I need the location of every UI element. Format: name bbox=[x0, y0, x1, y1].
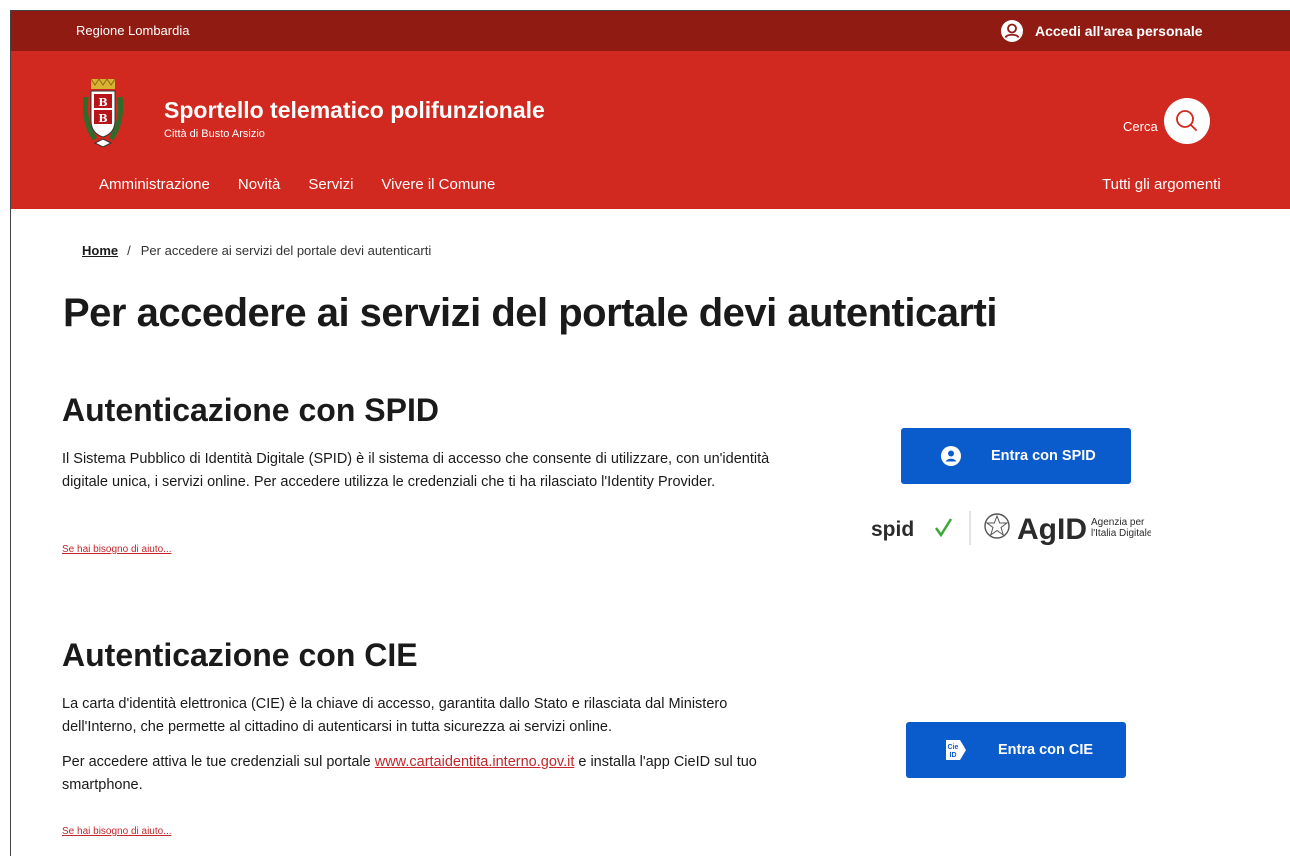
login-button[interactable]: Accedi all'area personale bbox=[1001, 20, 1203, 42]
nav-item-novita[interactable]: Novità bbox=[238, 176, 281, 193]
region-link[interactable]: Regione Lombardia bbox=[76, 23, 189, 38]
cie-description: La carta d'identità elettronica (CIE) è … bbox=[62, 696, 728, 735]
agid-caption-line1: Agenzia per bbox=[1091, 517, 1145, 528]
svg-text:ID: ID bbox=[950, 752, 957, 759]
user-circle-icon bbox=[1001, 20, 1023, 42]
spid-button-label: Entra con SPID bbox=[991, 448, 1096, 464]
svg-text:B: B bbox=[98, 96, 107, 109]
cie-instructions: Per accedere attiva le tue credenziali s… bbox=[62, 751, 772, 797]
site-subtitle: Città di Busto Arsizio bbox=[164, 128, 265, 140]
cie-login-button[interactable]: Cie ID Entra con CIE bbox=[906, 722, 1126, 778]
nav-item-tutti-gli-argomenti[interactable]: Tutti gli argomenti bbox=[1102, 176, 1221, 193]
breadcrumb-current: Per accedere ai servizi del portale devi… bbox=[140, 243, 432, 258]
cie-button-label: Entra con CIE bbox=[998, 742, 1094, 758]
login-label: Accedi all'area personale bbox=[1035, 23, 1203, 39]
agid-logo: AgID bbox=[1017, 513, 1087, 546]
nav-item-vivere-il-comune[interactable]: Vivere il Comune bbox=[381, 176, 495, 193]
top-bar: Regione Lombardia Accedi all'area person… bbox=[11, 11, 1290, 51]
cie-id-icon: Cie ID bbox=[946, 740, 966, 760]
site-title[interactable]: Sportello telematico polifunzionale bbox=[164, 97, 545, 124]
cie-help-link[interactable]: Se hai bisogno di aiuto... bbox=[62, 826, 172, 837]
main-nav: Amministrazione Novità Servizi Vivere il… bbox=[99, 176, 523, 193]
search-icon bbox=[1176, 110, 1197, 131]
cie-portal-link[interactable]: www.cartaidentita.interno.gov.it bbox=[375, 754, 575, 770]
svg-text:B: B bbox=[98, 112, 107, 125]
cie-section-title: Autenticazione con CIE bbox=[62, 637, 418, 673]
page-frame: Regione Lombardia Accedi all'area person… bbox=[10, 10, 1290, 856]
nav-item-amministrazione[interactable]: Amministrazione bbox=[99, 176, 210, 193]
nav-item-servizi[interactable]: Servizi bbox=[308, 176, 353, 193]
spid-logo: spid bbox=[871, 518, 914, 541]
city-crest-logo[interactable]: B B bbox=[83, 77, 123, 153]
spid-help-link[interactable]: Se hai bisogno di aiuto... bbox=[62, 544, 172, 555]
breadcrumb-home[interactable]: Home bbox=[82, 243, 118, 258]
user-icon bbox=[941, 446, 961, 466]
agid-caption-line2: l'Italia Digitale bbox=[1091, 528, 1151, 539]
breadcrumb: Home / Per accedere ai servizi del portale… bbox=[82, 243, 431, 258]
page-title: Per accedere ai servizi del portale devi… bbox=[63, 291, 997, 335]
svg-text:Cie: Cie bbox=[948, 744, 959, 751]
spid-description: Il Sistema Pubblico di Identità Digitale… bbox=[62, 451, 770, 490]
spid-section-title: Autenticazione con SPID bbox=[62, 392, 439, 428]
search-button[interactable] bbox=[1164, 98, 1210, 144]
search-label: Cerca bbox=[1123, 119, 1158, 134]
breadcrumb-separator: / bbox=[127, 243, 131, 258]
site-header: B B Sportello telematico polifunzionale … bbox=[11, 51, 1290, 209]
cie-instructions-text: Per accedere attiva le tue credenziali s… bbox=[62, 754, 375, 770]
spid-login-button[interactable]: Entra con SPID bbox=[901, 428, 1131, 484]
spid-agid-logos: spid AgID Agenzia per l'Italia Digitale bbox=[871, 511, 1151, 546]
